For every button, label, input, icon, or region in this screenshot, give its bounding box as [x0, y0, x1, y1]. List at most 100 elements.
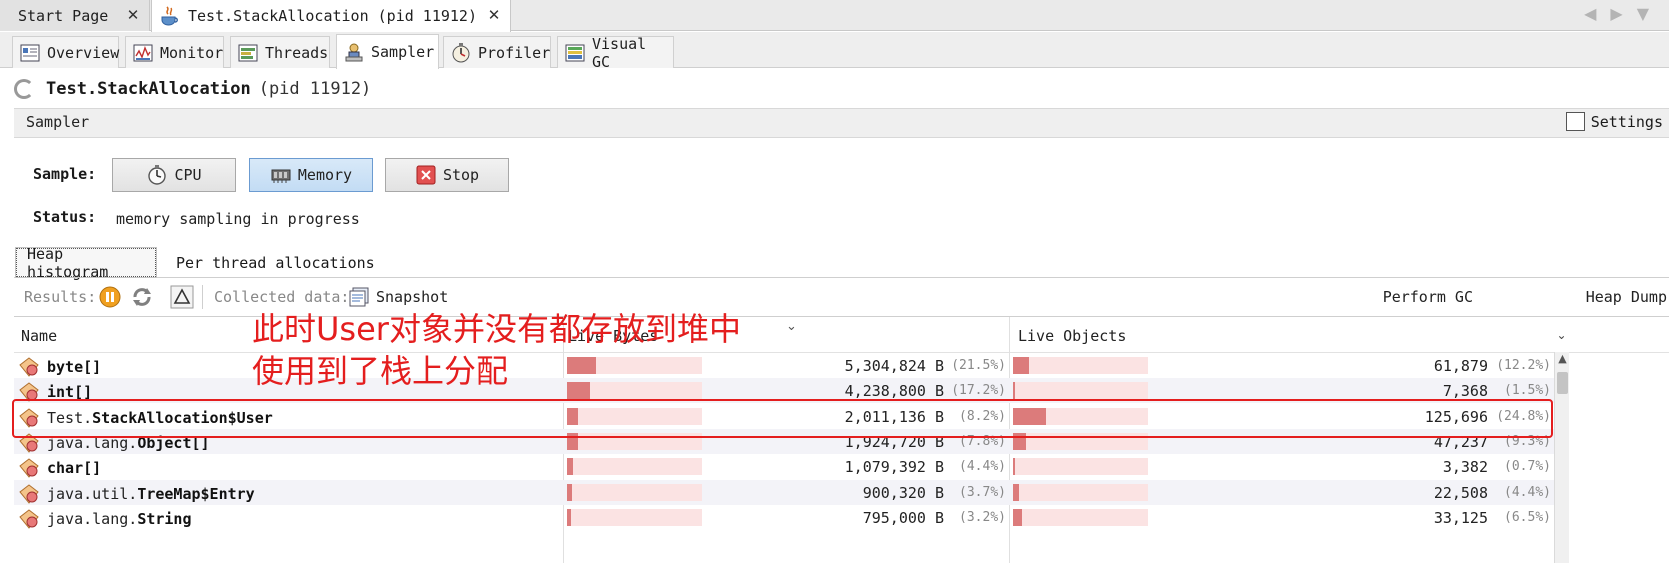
tab-visual-gc-label: Visual GC — [592, 34, 647, 71]
live-objects-percent: (1.5%) — [1504, 383, 1551, 399]
column-header-live-objects[interactable]: Live Objects — [1018, 327, 1126, 345]
results-label: Results: — [24, 288, 97, 306]
settings-checkbox[interactable] — [1565, 112, 1585, 131]
chevron-right-icon[interactable]: ▶ — [1610, 4, 1622, 23]
scrollbar-thumb[interactable] — [1557, 372, 1568, 394]
sample-label: Sample: — [33, 165, 97, 183]
sampler-section-label: Sampler — [26, 113, 90, 131]
pause-icon[interactable] — [98, 285, 122, 309]
memory-button[interactable]: Memory — [249, 158, 373, 192]
tab-threads[interactable]: Threads — [230, 36, 330, 68]
scroll-up-icon[interactable]: ▲ — [1555, 352, 1570, 370]
class-simple-name: byte[] — [47, 358, 102, 376]
tab-threads-label: Threads — [265, 43, 329, 62]
live-objects-bar — [1013, 458, 1148, 476]
live-bytes-bar — [567, 483, 702, 501]
live-bytes-value: 795,000 B — [862, 508, 944, 527]
live-bytes-value: 1,079,392 B — [844, 458, 944, 477]
chevron-down-icon[interactable]: ▼ — [1637, 4, 1649, 23]
live-bytes-percent: (17.2%) — [951, 383, 1006, 399]
refresh-icon[interactable] — [130, 285, 154, 309]
heap-dump-button[interactable]: Heap Dump — [1586, 288, 1667, 306]
live-objects-bar-fill — [1013, 357, 1030, 374]
tab-per-thread-allocations-label: Per thread allocations — [176, 253, 375, 272]
class-simple-name: String — [137, 509, 192, 528]
table-row[interactable]: java.lang. String 795,000 B (3.2%) 33,125 (6.… — [14, 505, 1554, 530]
live-bytes-bar — [567, 508, 702, 526]
annotation-line-1: 此时User对象并没有都存放到堆中 — [252, 310, 741, 348]
live-objects-bar-fill — [1013, 508, 1022, 526]
stop-button-label: Stop — [442, 166, 480, 184]
threads-icon — [237, 42, 259, 64]
live-objects-bar-fill — [1013, 483, 1019, 501]
page-title: Test.StackAllocation (pid 11912) — [14, 76, 371, 102]
tab-per-thread-allocations[interactable]: Per thread allocations — [166, 248, 385, 277]
settings-label: Settings — [1590, 112, 1663, 131]
tab-profiler[interactable]: Profiler — [443, 36, 551, 68]
tab-overview-label: Overview — [47, 43, 120, 62]
table-row[interactable]: java.util. TreeMap$Entry 900,320 B (3.7%) 22… — [14, 479, 1554, 505]
annotation-text: 此时User对象并没有都存放到堆中 使用到了栈上分配 — [252, 308, 812, 392]
tab-profiler-label: Profiler — [478, 43, 551, 62]
class-package: java.util. — [47, 484, 138, 503]
memory-chip-icon — [270, 164, 292, 186]
column-chooser-icon[interactable]: ⌄ — [1554, 318, 1569, 352]
live-objects-percent: (12.2%) — [1496, 358, 1551, 373]
memory-button-label: Memory — [297, 166, 353, 184]
live-objects-percent: (6.5%) — [1504, 509, 1551, 525]
live-bytes-bar — [567, 458, 702, 476]
sampler-icon — [343, 41, 365, 63]
live-bytes-percent: (3.2%) — [959, 509, 1006, 525]
view-tab-strip: Overview Monitor Threads Sampler Profile… — [0, 32, 1669, 71]
tab-sampler-label: Sampler — [371, 43, 435, 61]
cpu-button[interactable]: CPU — [112, 158, 236, 192]
tab-heap-histogram[interactable]: Heap histogram — [15, 245, 157, 281]
live-bytes-value: 900,320 B — [862, 483, 944, 502]
live-objects-bar — [1013, 483, 1148, 501]
tab-application[interactable]: Test.StackAllocation (pid 11912) ✕ — [151, 0, 511, 32]
class-name-cell: java.util. TreeMap$Entry — [18, 483, 255, 505]
settings-toggle[interactable]: Settings — [1565, 112, 1663, 131]
monitor-icon — [132, 42, 154, 64]
tab-heap-histogram-label: Heap histogram — [27, 244, 109, 281]
delta-icon[interactable] — [170, 285, 194, 309]
tab-start-page[interactable]: Start Page ✕ — [0, 0, 150, 31]
stop-button[interactable]: Stop — [385, 158, 509, 192]
live-objects-bar-fill — [1013, 382, 1016, 400]
live-objects-value: 7,368 — [1442, 382, 1488, 401]
live-objects-bar-fill — [1013, 458, 1015, 476]
close-icon[interactable]: ✕ — [125, 7, 141, 23]
tab-sampler[interactable]: Sampler — [336, 34, 439, 69]
java-coffee-icon — [158, 5, 180, 27]
live-objects-bar — [1013, 508, 1148, 526]
status-label: Status: — [33, 208, 97, 226]
loading-spinner-icon — [14, 79, 34, 99]
vertical-scrollbar[interactable]: ▲ — [1554, 352, 1569, 563]
table-row[interactable]: char[] 1,079,392 B (4.4%) 3,382 (0.7%) — [14, 454, 1554, 479]
visual-gc-icon — [564, 42, 586, 64]
live-bytes-value: 4,238,800 B — [844, 382, 944, 401]
live-objects-bar — [1013, 382, 1148, 400]
perform-gc-button[interactable]: Perform GC — [1383, 288, 1473, 306]
live-objects-value: 61,879 — [1433, 357, 1488, 375]
cpu-button-label: CPU — [174, 166, 202, 184]
class-package: java.lang. — [47, 509, 138, 528]
class-name-cell: java.lang. String — [18, 508, 192, 530]
tab-overview[interactable]: Overview — [12, 36, 119, 68]
app-pid: (pid 11912) — [258, 79, 372, 99]
close-icon[interactable]: ✕ — [486, 7, 502, 23]
tab-navigation: ◀ ▶ ▼ — [1584, 4, 1649, 23]
class-icon — [18, 457, 40, 479]
class-icon — [18, 483, 40, 505]
tab-visual-gc[interactable]: Visual GC — [557, 34, 674, 71]
live-bytes-percent: (21.5%) — [951, 358, 1006, 373]
snapshot-button[interactable]: Snapshot — [348, 286, 448, 308]
sampler-result-tabs: Heap histogram Per thread allocations — [14, 245, 1669, 281]
tab-monitor[interactable]: Monitor — [125, 36, 224, 68]
chevron-left-icon[interactable]: ◀ — [1584, 4, 1596, 23]
column-header-name[interactable]: Name — [21, 327, 57, 345]
sampler-section-header: Sampler Settings — [14, 108, 1669, 138]
tab-start-page-label: Start Page — [18, 6, 109, 25]
live-bytes-bar-fill — [567, 458, 573, 476]
class-icon — [18, 356, 40, 378]
